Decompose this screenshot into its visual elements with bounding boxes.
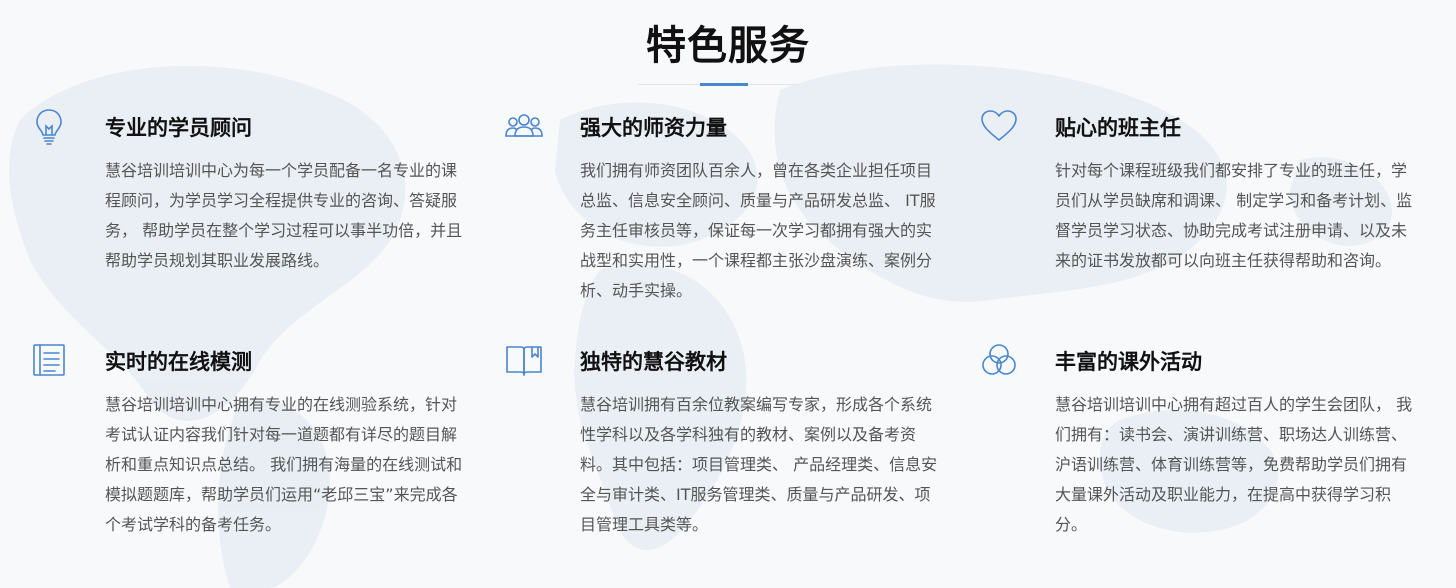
feature-title: 专业的学员顾问 xyxy=(105,116,252,140)
feature-description: 慧谷培训培训中心为每一个学员配备一名专业的课程顾问，为学员学习全程提供专业的咨询… xyxy=(105,161,463,270)
users-group-icon xyxy=(504,106,544,146)
feature-services-section: 特色服务 专业的学员顾问 慧谷培训培训中心为每一个学员配备一名专业的课程顾问，为… xyxy=(0,0,1456,588)
feature-description: 慧谷培训培训中心拥有超过百人的学生会团队， 我们拥有：读书会、演讲训练营、职场达… xyxy=(1055,395,1413,534)
feature-description: 针对每个课程班级我们都安排了专业的班主任，学员们从学员缺席和调课、 制定学习和备… xyxy=(1055,161,1413,270)
heart-icon xyxy=(979,106,1019,146)
feature-item-class-teacher: 贴心的班主任 针对每个课程班级我们都安排了专业的班主任，学员们从学员缺席和调课、… xyxy=(981,110,1415,276)
feature-title: 独特的慧谷教材 xyxy=(580,350,727,374)
section-title: 特色服务 xyxy=(646,23,810,69)
feature-description: 慧谷培训拥有百余位教案编写专家，形成各个系统性学科以及各学科独有的教材、案例以及… xyxy=(580,395,938,534)
feature-item-advisor: 专业的学员顾问 慧谷培训培训中心为每一个学员配备一名专业的课程顾问，为学员学习全… xyxy=(36,109,465,276)
document-list-icon xyxy=(29,340,69,380)
feature-description: 我们拥有师资团队百余人，曾在各类企业担任项目总监、信息安全顾问、质量与产品研发总… xyxy=(580,161,936,300)
feature-item-teachers: 强大的师资力量 我们拥有师资团队百余人，曾在各类企业担任项目总监、信息安全顾问、… xyxy=(505,114,940,306)
lightbulb-icon xyxy=(29,106,69,146)
feature-item-online-test: 实时的在线模测 慧谷培训培训中心拥有专业的在线测验系统，针对考试认证内容我们针对… xyxy=(33,344,465,540)
feature-title: 贴心的班主任 xyxy=(1055,116,1181,140)
feature-title: 丰富的课外活动 xyxy=(1055,350,1202,374)
open-book-icon xyxy=(504,340,544,380)
feature-title: 实时的在线模测 xyxy=(105,350,252,374)
feature-description: 慧谷培训培训中心拥有专业的在线测验系统，针对考试认证内容我们针对每一道题都有详尽… xyxy=(105,395,463,534)
feature-title: 强大的师资力量 xyxy=(580,116,727,140)
three-circles-icon xyxy=(979,340,1019,380)
feature-item-textbooks: 独特的慧谷教材 慧谷培训拥有百余位教案编写专家，形成各个系统性学科以及各学科独有… xyxy=(506,346,940,540)
feature-item-activities: 丰富的课外活动 慧谷培训培训中心拥有超过百人的学生会团队， 我们拥有：读书会、演… xyxy=(982,344,1415,540)
title-accent-bar xyxy=(700,83,748,86)
